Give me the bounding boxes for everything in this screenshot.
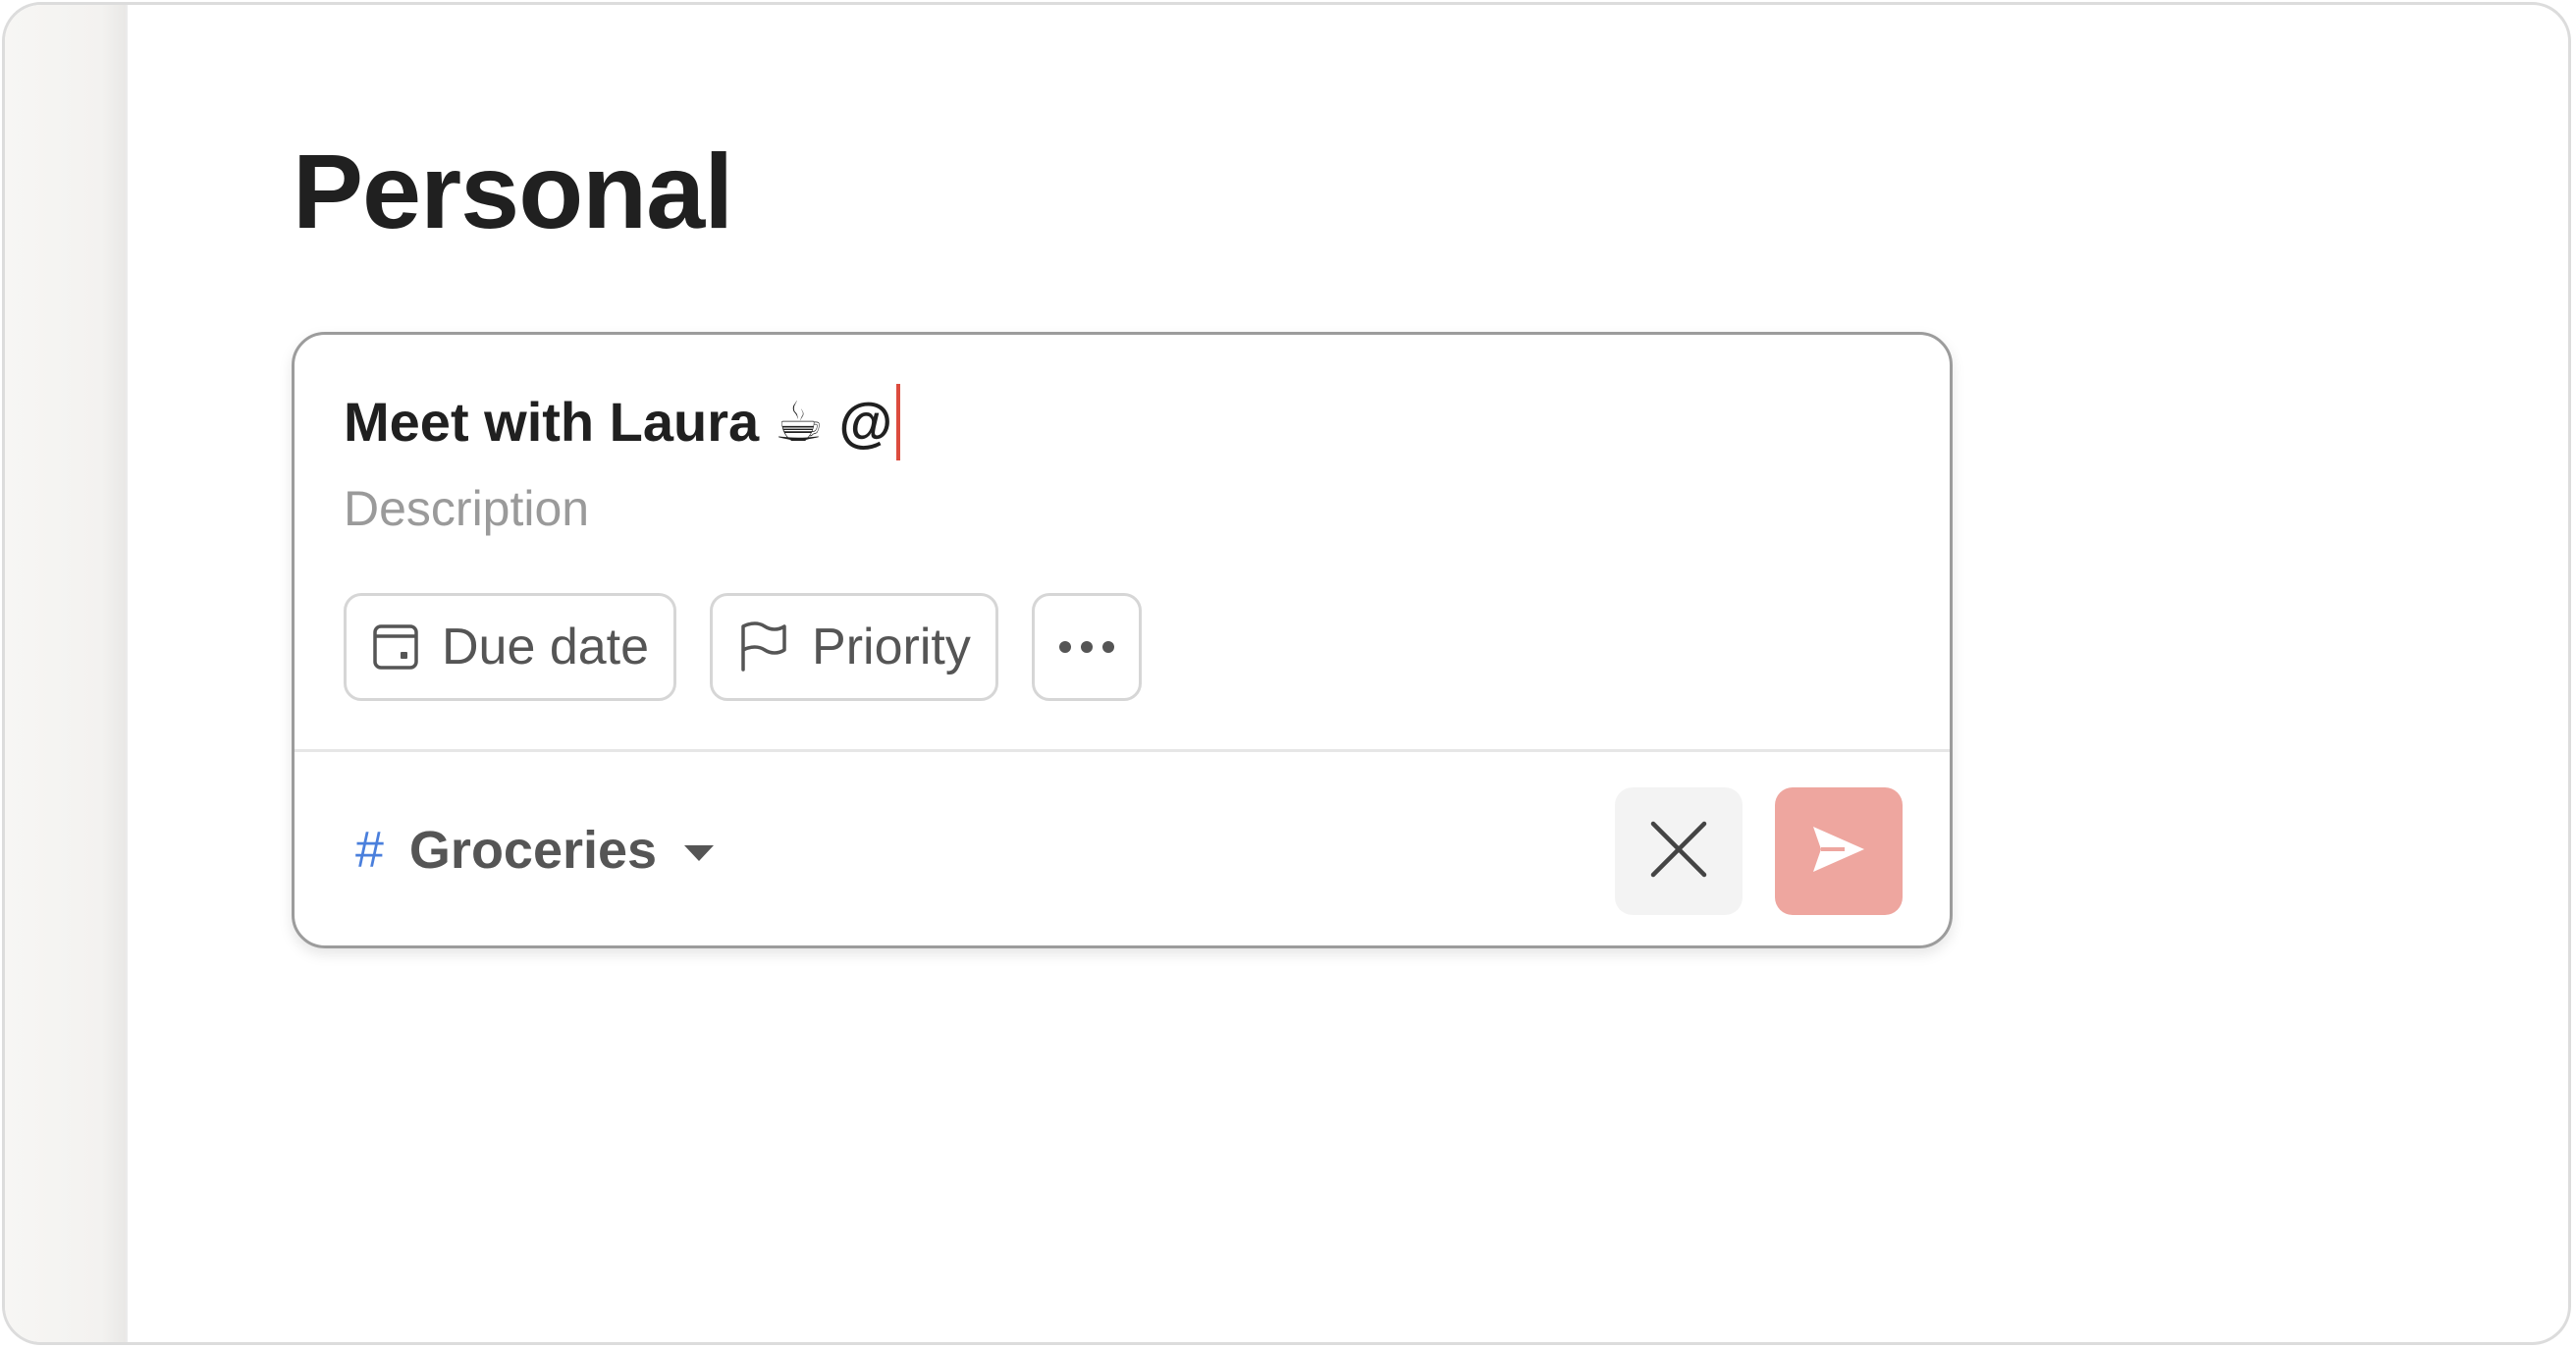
send-icon <box>1811 825 1866 879</box>
task-attribute-chips: Due date Priority <box>344 593 1142 701</box>
add-task-button[interactable] <box>1775 787 1903 915</box>
close-icon <box>1647 818 1710 886</box>
due-date-button[interactable]: Due date <box>344 593 677 701</box>
page-title: Personal <box>293 132 733 250</box>
due-date-label: Due date <box>442 619 650 675</box>
project-selector[interactable]: # Groceries <box>355 820 715 881</box>
task-name-input[interactable]: Meet with Laura ☕ @ <box>344 384 901 460</box>
chevron-down-icon <box>684 845 715 861</box>
description-input[interactable]: Description <box>344 480 589 537</box>
priority-button[interactable]: Priority <box>710 593 998 701</box>
more-actions-button[interactable] <box>1031 593 1142 701</box>
project-name: Groceries <box>408 821 658 880</box>
more-horizontal-icon <box>1057 640 1116 654</box>
composer-divider <box>295 749 1950 752</box>
flag-icon <box>737 620 790 674</box>
project-hash-icon: # <box>355 822 384 879</box>
priority-label: Priority <box>812 619 971 675</box>
task-name-text: Meet with Laura ☕ @ <box>344 391 893 453</box>
cancel-button[interactable] <box>1615 787 1743 915</box>
app-window: Personal Meet with Laura ☕ @ Description… <box>2 2 2571 1345</box>
text-caret <box>896 384 901 460</box>
calendar-icon <box>371 622 420 672</box>
task-composer: Meet with Laura ☕ @ Description Due date <box>292 332 1953 948</box>
sidebar-edge <box>5 5 128 1342</box>
